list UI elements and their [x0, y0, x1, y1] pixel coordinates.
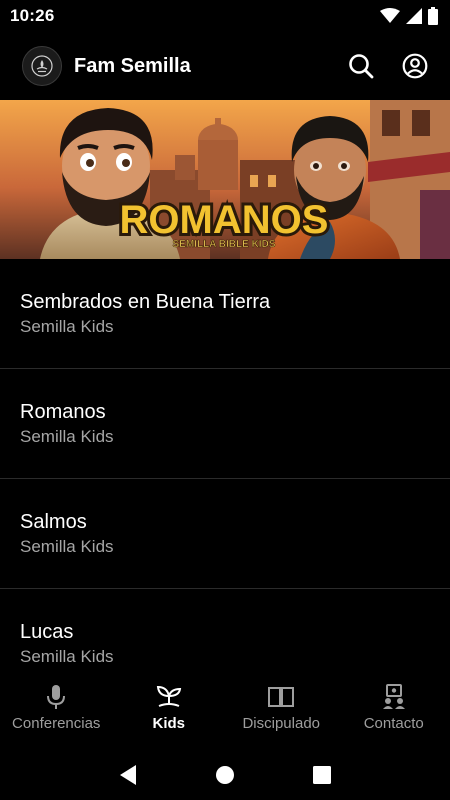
nav-kids[interactable]: Kids [113, 669, 226, 749]
series-list: Sembrados en Buena Tierra Semilla Kids R… [0, 259, 450, 669]
banner-subtitle: SEMILLA BIBLE KIDS [173, 239, 276, 250]
signal-icon [406, 8, 422, 24]
search-icon [349, 54, 374, 79]
list-item[interactable]: Lucas Semilla Kids [0, 589, 450, 669]
microphone-icon [47, 685, 66, 709]
list-item-title: Lucas [20, 621, 74, 643]
app-actions [346, 51, 430, 81]
nav-conferencias[interactable]: Conferencias [0, 669, 113, 749]
account-circle-icon [402, 53, 428, 79]
list-item-title: Salmos [20, 511, 87, 533]
book-icon [268, 687, 295, 707]
status-icons [380, 7, 438, 25]
contact-icon [382, 684, 405, 709]
banner-title: ROMANOS [120, 198, 329, 242]
status-time: 10:26 [10, 6, 55, 25]
list-item-subtitle: Semilla Kids [20, 317, 114, 336]
leaf-logo-icon [31, 55, 53, 77]
system-recents-button[interactable] [302, 755, 342, 795]
battery-icon [428, 7, 438, 25]
list-item-subtitle: Semilla Kids [20, 537, 114, 556]
system-navigation [0, 749, 450, 800]
wifi-icon [380, 8, 400, 23]
recents-square-icon [312, 765, 331, 784]
search-button[interactable] [346, 51, 376, 81]
banner-illustration: ROMANOS ROMANOS SEMILLA BIBLE KIDS [0, 100, 450, 259]
app-title: Fam Semilla [74, 54, 191, 77]
list-item-title: Sembrados en Buena Tierra [20, 291, 271, 313]
list-item-title: Romanos [20, 401, 106, 423]
system-home-button[interactable] [205, 755, 245, 795]
nav-label-contacto: Contacto [363, 715, 424, 732]
app-bar: Fam Semilla [0, 44, 450, 88]
home-circle-icon [215, 765, 234, 784]
nav-label-kids: Kids [152, 715, 185, 732]
nav-label-conferencias: Conferencias [12, 715, 101, 732]
list-item[interactable]: Romanos Semilla Kids [0, 369, 450, 479]
status-bar: 10:26 [0, 0, 450, 32]
nav-contacto[interactable]: Contacto [338, 669, 450, 749]
list-item-subtitle: Semilla Kids [20, 427, 114, 446]
list-item-subtitle: Semilla Kids [20, 647, 114, 666]
back-triangle-icon [120, 764, 137, 785]
featured-banner[interactable]: ROMANOS ROMANOS SEMILLA BIBLE KIDS [0, 100, 450, 259]
app-logo [22, 46, 62, 86]
nav-label-discipulado: Discipulado [242, 715, 321, 732]
sprout-icon [156, 685, 181, 707]
account-button[interactable] [400, 51, 430, 81]
nav-discipulado[interactable]: Discipulado [225, 669, 338, 749]
system-back-button[interactable] [108, 755, 148, 795]
bottom-navigation: Conferencias Kids Discipulado Contacto [0, 669, 450, 749]
list-item[interactable]: Sembrados en Buena Tierra Semilla Kids [0, 259, 450, 369]
list-item[interactable]: Salmos Semilla Kids [0, 479, 450, 589]
